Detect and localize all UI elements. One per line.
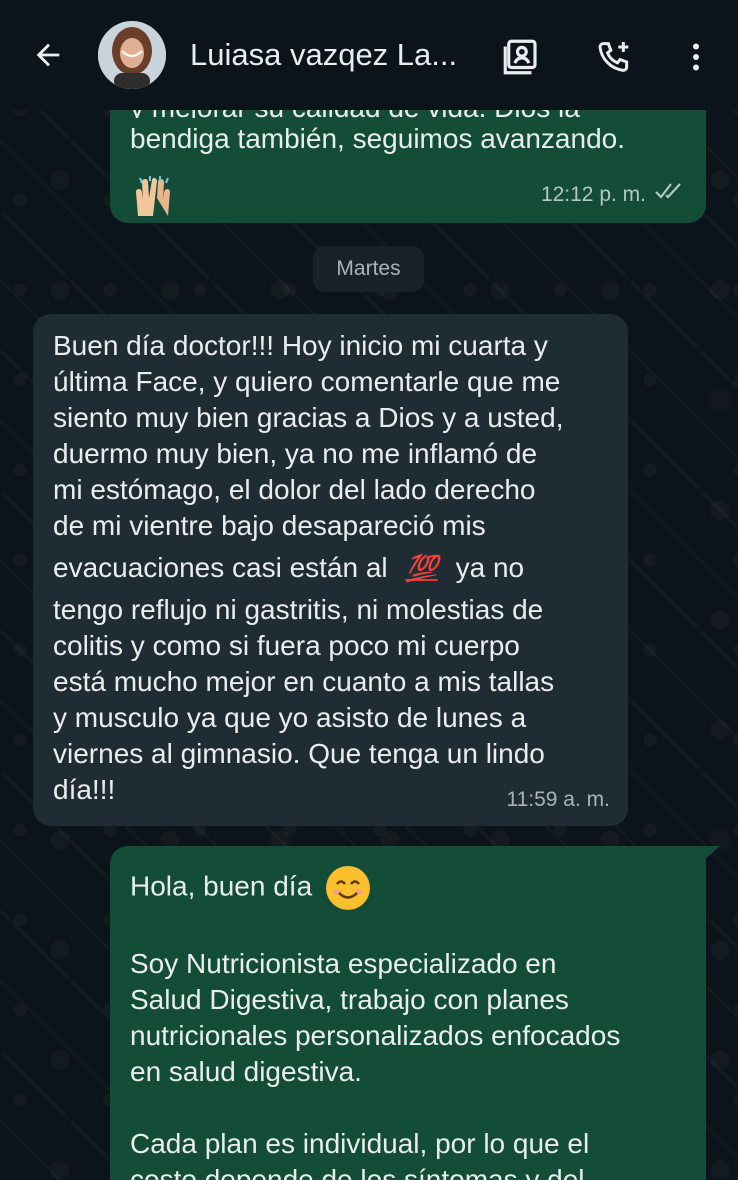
message-line: Soy Nutricionista especializado en — [130, 948, 557, 979]
message-line: Buen día doctor!!! Hoy inicio mi cuarta … — [53, 330, 548, 361]
chat-header: Luiasa vazqez La... — [0, 0, 738, 110]
message-greeting: Hola, buen día — [130, 870, 313, 902]
message-line: duermo muy bien, ya no me inflamó de — [53, 438, 538, 469]
day-separator: Martes — [313, 246, 424, 292]
message-line: última Face, y quiero comentarle que me — [53, 366, 561, 397]
contact-card-icon[interactable] — [497, 33, 545, 81]
message-line: y musculo ya que yo asisto de lunes a — [53, 702, 527, 733]
message-meta: 12:12 p. m. — [541, 177, 686, 213]
message-line-part: evacuaciones casi están al — [53, 552, 388, 583]
arrow-left-icon[interactable] — [24, 31, 72, 79]
raised-hands-emoji — [130, 176, 176, 216]
message-line: Cada plan es individual, por lo que el — [130, 1128, 590, 1159]
bubble-tail — [704, 846, 720, 860]
message-line: está mucho mejor en cuanto a mis tallas — [53, 666, 555, 697]
hundred-points-emoji: 💯 — [405, 553, 438, 583]
message-line: Salud Digestiva, trabajo con planes — [130, 984, 569, 1015]
message-line: nutricionales personalizados enfocados — [130, 1020, 621, 1051]
message-line: viernes al gimnasio. Que tenga un lindo — [53, 738, 545, 769]
message-line: mi estómago, el dolor del lado derecho — [53, 474, 536, 505]
message-greeting-line: Hola, buen día — [130, 866, 370, 910]
double-check-icon — [654, 177, 686, 213]
message-line: evacuaciones casi están al 💯 ya no — [53, 550, 524, 586]
contact-name[interactable]: Luiasa vazqez La... — [190, 37, 470, 73]
more-vertical-icon[interactable] — [672, 33, 720, 81]
contact-avatar[interactable] — [98, 21, 166, 89]
message-meta: 11:59 a. m. — [506, 782, 610, 818]
message-bubble-incoming[interactable]: Buen día doctor!!! Hoy inicio mi cuarta … — [33, 314, 628, 826]
smiling-face-emoji — [325, 866, 370, 910]
message-bubble-outgoing[interactable]: Hola, buen día Soy Nutricionista especia… — [110, 846, 706, 1180]
phone-plus-icon[interactable] — [591, 33, 639, 81]
message-line: siento muy bien gracias a Dios y a usted… — [53, 402, 564, 433]
message-time: 11:59 a. m. — [506, 788, 610, 811]
message-line: costo depende de los síntomas y del — [130, 1164, 585, 1180]
message-line: en salud digestiva. — [130, 1056, 362, 1087]
message-line: de mi vientre bajo desapareció mis — [53, 510, 486, 541]
message-line: colitis y como si fuera poco mi cuerpo — [53, 630, 520, 661]
message-line: tengo reflujo ni gastritis, ni molestias… — [53, 594, 544, 625]
message-text: bendiga también, seguimos avanzando. — [130, 123, 626, 154]
message-line-part: ya no — [455, 552, 525, 583]
message-time: 12:12 p. m. — [540, 183, 646, 206]
message-line: día!!! — [53, 774, 116, 805]
